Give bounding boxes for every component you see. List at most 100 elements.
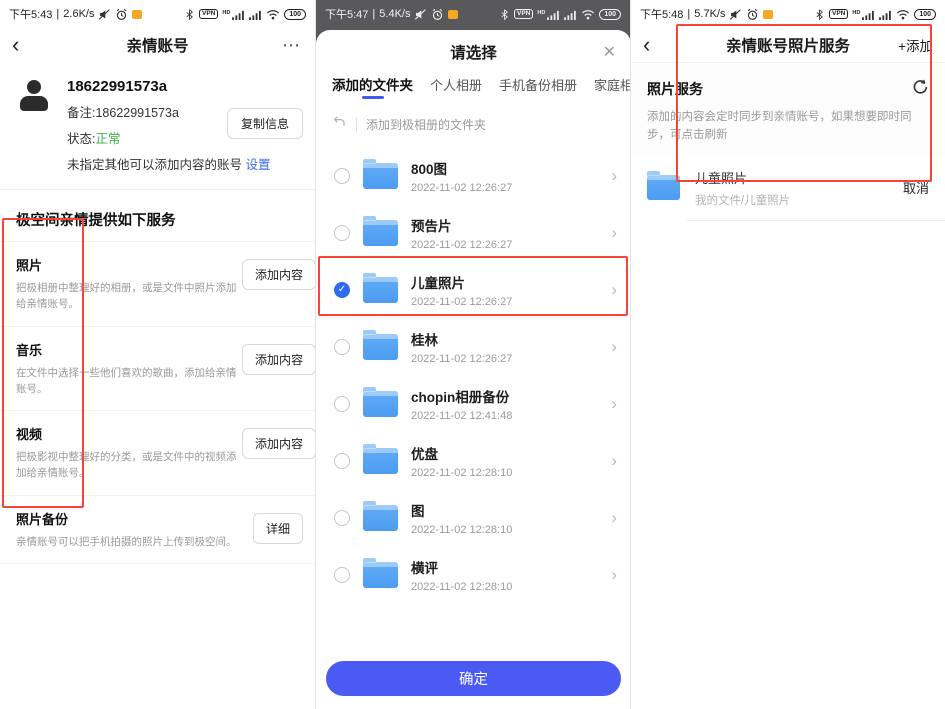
tab-item[interactable]: 个人相册 (430, 75, 482, 99)
picker-sheet: 请选择 ✕ 添加的文件夹 个人相册 手机备份相册 家庭相册 宝宝 (316, 30, 630, 709)
status-bar: 下午5:47 | 5.4K/s VPN HD 100 (316, 0, 630, 28)
signal-bars-icon (879, 9, 892, 20)
status-separator: | (687, 8, 690, 20)
alarm-icon (431, 8, 444, 21)
confirm-button[interactable]: 确定 (326, 661, 621, 696)
folder-name: 优盘 (411, 443, 512, 463)
settings-link[interactable]: 设置 (246, 158, 271, 172)
vpn-icon: VPN (199, 9, 218, 19)
notification-badge-icon (763, 10, 773, 19)
folder-radio[interactable] (334, 282, 350, 298)
path-row: 添加到极相册的文件夹 (316, 107, 630, 143)
page-title: 亲情账号 (126, 34, 188, 56)
cancel-button[interactable]: 取消 (903, 178, 929, 197)
folder-name: chopin相册备份 (411, 386, 512, 406)
folder-row[interactable]: 横评 2022-11-02 12:28:10 › (316, 546, 630, 603)
divider (687, 220, 945, 221)
avatar (16, 80, 52, 116)
synced-folder-path: 我的文件/儿童照片 (695, 192, 790, 208)
back-icon[interactable]: ‹ (12, 30, 19, 60)
status-time: 下午5:47 (325, 6, 368, 22)
nav-bar: ‹ 亲情账号 ⋯ (0, 28, 315, 62)
folder-name: 桂林 (411, 329, 512, 349)
folder-icon (363, 334, 398, 360)
folder-row[interactable]: 图 2022-11-02 12:28:10 › (316, 489, 630, 546)
service-item: 视频 把极影视中整理好的分类，或是文件中的视频添加给亲情账号。 添加内容 (0, 410, 315, 495)
folder-name: 预告片 (411, 215, 512, 235)
close-icon[interactable]: ✕ (603, 42, 616, 62)
account-card: 18622991573a 备注:18622991573a 状态:正常 未指定其他… (0, 62, 315, 190)
status-time: 下午5:48 (640, 6, 683, 22)
chevron-right-icon[interactable]: › (611, 509, 617, 526)
status-net-speed: 5.4K/s (379, 8, 410, 20)
folder-radio[interactable] (334, 339, 350, 355)
copy-info-button[interactable]: 复制信息 (227, 108, 303, 139)
bluetooth-icon (499, 8, 510, 21)
add-button[interactable]: +添加 (898, 35, 933, 55)
service-title: 视频 (16, 424, 242, 443)
service-title: 音乐 (16, 340, 242, 359)
page-title: 亲情账号照片服务 (726, 34, 850, 56)
battery-icon: 100 (284, 9, 306, 20)
folder-row[interactable]: 儿童照片 2022-11-02 12:26:27 › (316, 261, 630, 318)
screen-folder-picker: 下午5:47 | 5.4K/s VPN HD 100 请选择 ✕ (315, 0, 630, 709)
service-title: 照片备份 (16, 509, 242, 528)
tab-item[interactable]: 添加的文件夹 (332, 74, 413, 99)
chevron-right-icon[interactable]: › (611, 338, 617, 355)
folder-date: 2022-11-02 12:26:27 (411, 353, 512, 365)
mute-icon (98, 8, 111, 21)
service-action-button[interactable]: 添加内容 (242, 259, 315, 290)
service-desc: 在文件中选择一些他们喜欢的歌曲，添加给亲情账号。 (16, 365, 242, 398)
chevron-right-icon[interactable]: › (611, 281, 617, 298)
photo-service-section: 照片服务 添加的内容会定时同步到亲情账号，如果想要即时同步，可点击刷新 (631, 62, 945, 158)
tab-item[interactable]: 手机备份相册 (499, 75, 577, 99)
chevron-right-icon[interactable]: › (611, 566, 617, 583)
folder-row[interactable]: 预告片 2022-11-02 12:26:27 › (316, 204, 630, 261)
services-list: 照片 把极相册中整理好的相册，或是文件中照片添加给亲情账号。 添加内容 音乐 在… (0, 241, 315, 563)
service-item: 照片备份 亲情账号可以把手机拍摄的照片上传到极空间。 详细 (0, 495, 315, 563)
folder-icon (363, 277, 398, 303)
account-unassigned: 未指定其他可以添加内容的账号 设置 (67, 154, 271, 173)
more-icon[interactable]: ⋯ (282, 28, 301, 62)
service-action-button[interactable]: 添加内容 (242, 344, 315, 375)
notification-badge-icon (448, 10, 458, 19)
chevron-right-icon[interactable]: › (611, 167, 617, 184)
folder-radio[interactable] (334, 168, 350, 184)
mute-icon (729, 8, 742, 21)
folder-date: 2022-11-02 12:26:27 (411, 239, 512, 251)
tab-item[interactable]: 家庭相册 (594, 75, 630, 99)
service-action-button[interactable]: 详细 (253, 513, 303, 544)
folder-radio[interactable] (334, 453, 350, 469)
folder-up-icon[interactable] (332, 114, 347, 134)
folder-radio[interactable] (334, 567, 350, 583)
service-title: 照片 (16, 255, 242, 274)
vpn-icon: VPN (514, 9, 533, 19)
folder-row[interactable]: 800图 2022-11-02 12:26:27 › (316, 147, 630, 204)
refresh-icon[interactable] (912, 78, 929, 100)
screen-family-account: 下午5:43 | 2.6K/s VPN HD 100 ‹ 亲情账号 ⋯ (0, 0, 315, 709)
service-desc: 亲情账号可以把手机拍摄的照片上传到极空间。 (16, 534, 242, 550)
bluetooth-icon (184, 8, 195, 21)
folder-date: 2022-11-02 12:26:27 (411, 296, 512, 308)
back-icon[interactable]: ‹ (643, 30, 650, 60)
status-bar: 下午5:48 | 5.7K/s VPN HD 100 (631, 0, 945, 28)
divider (0, 563, 315, 564)
folder-date: 2022-11-02 12:28:10 (411, 581, 512, 593)
chevron-right-icon[interactable]: › (611, 395, 617, 412)
folder-name: 图 (411, 500, 512, 520)
chevron-right-icon[interactable]: › (611, 452, 617, 469)
service-action-button[interactable]: 添加内容 (242, 428, 315, 459)
folder-radio[interactable] (334, 510, 350, 526)
folder-radio[interactable] (334, 396, 350, 412)
folder-icon (363, 448, 398, 474)
folder-row[interactable]: 桂林 2022-11-02 12:26:27 › (316, 318, 630, 375)
battery-icon: 100 (914, 9, 936, 20)
hd-label: HD (222, 10, 230, 16)
folder-row[interactable]: 优盘 2022-11-02 12:28:10 › (316, 432, 630, 489)
path-hint: 添加到极相册的文件夹 (366, 116, 486, 133)
wifi-icon (581, 8, 595, 20)
folder-row[interactable]: chopin相册备份 2022-11-02 12:41:48 › (316, 375, 630, 432)
chevron-right-icon[interactable]: › (611, 224, 617, 241)
folder-icon (363, 391, 398, 417)
folder-radio[interactable] (334, 225, 350, 241)
